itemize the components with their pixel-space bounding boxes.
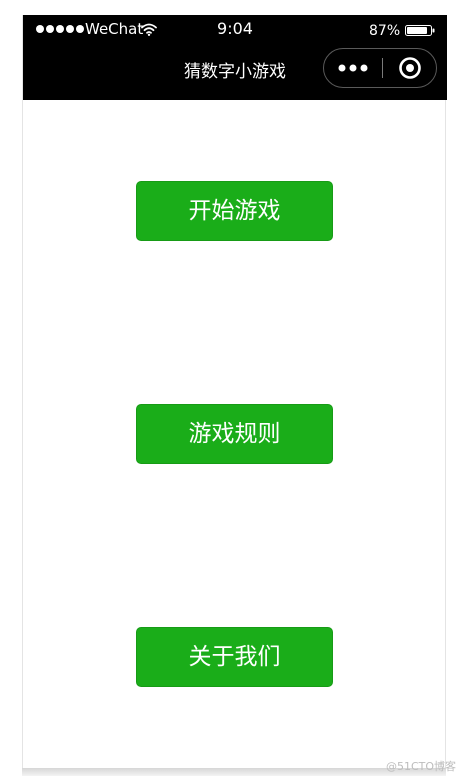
battery-icon (405, 25, 435, 36)
about-us-button[interactable]: 关于我们 (136, 627, 333, 687)
battery-percent: 87% (369, 23, 401, 39)
phone-bottom-edge (22, 768, 446, 776)
miniprogram-capsule (323, 48, 437, 88)
screenshot-stage: WeChat 9:04 87% 猜数字小游戏 开始游戏 游戏规则 关于我们 @5… (0, 0, 474, 783)
close-target-icon[interactable] (398, 56, 422, 80)
phone-screen: WeChat 9:04 87% 猜数字小游戏 开始游戏 游戏规则 关于我们 (22, 15, 447, 770)
more-dots-icon[interactable] (338, 64, 368, 72)
top-bar: WeChat 9:04 87% 猜数字小游戏 (23, 15, 447, 100)
game-rules-button[interactable]: 游戏规则 (136, 404, 333, 464)
status-bar: WeChat 9:04 87% (23, 15, 447, 45)
capsule-divider (382, 58, 383, 78)
start-game-button[interactable]: 开始游戏 (136, 181, 333, 241)
watermark: @51CTO博客 (386, 760, 457, 773)
